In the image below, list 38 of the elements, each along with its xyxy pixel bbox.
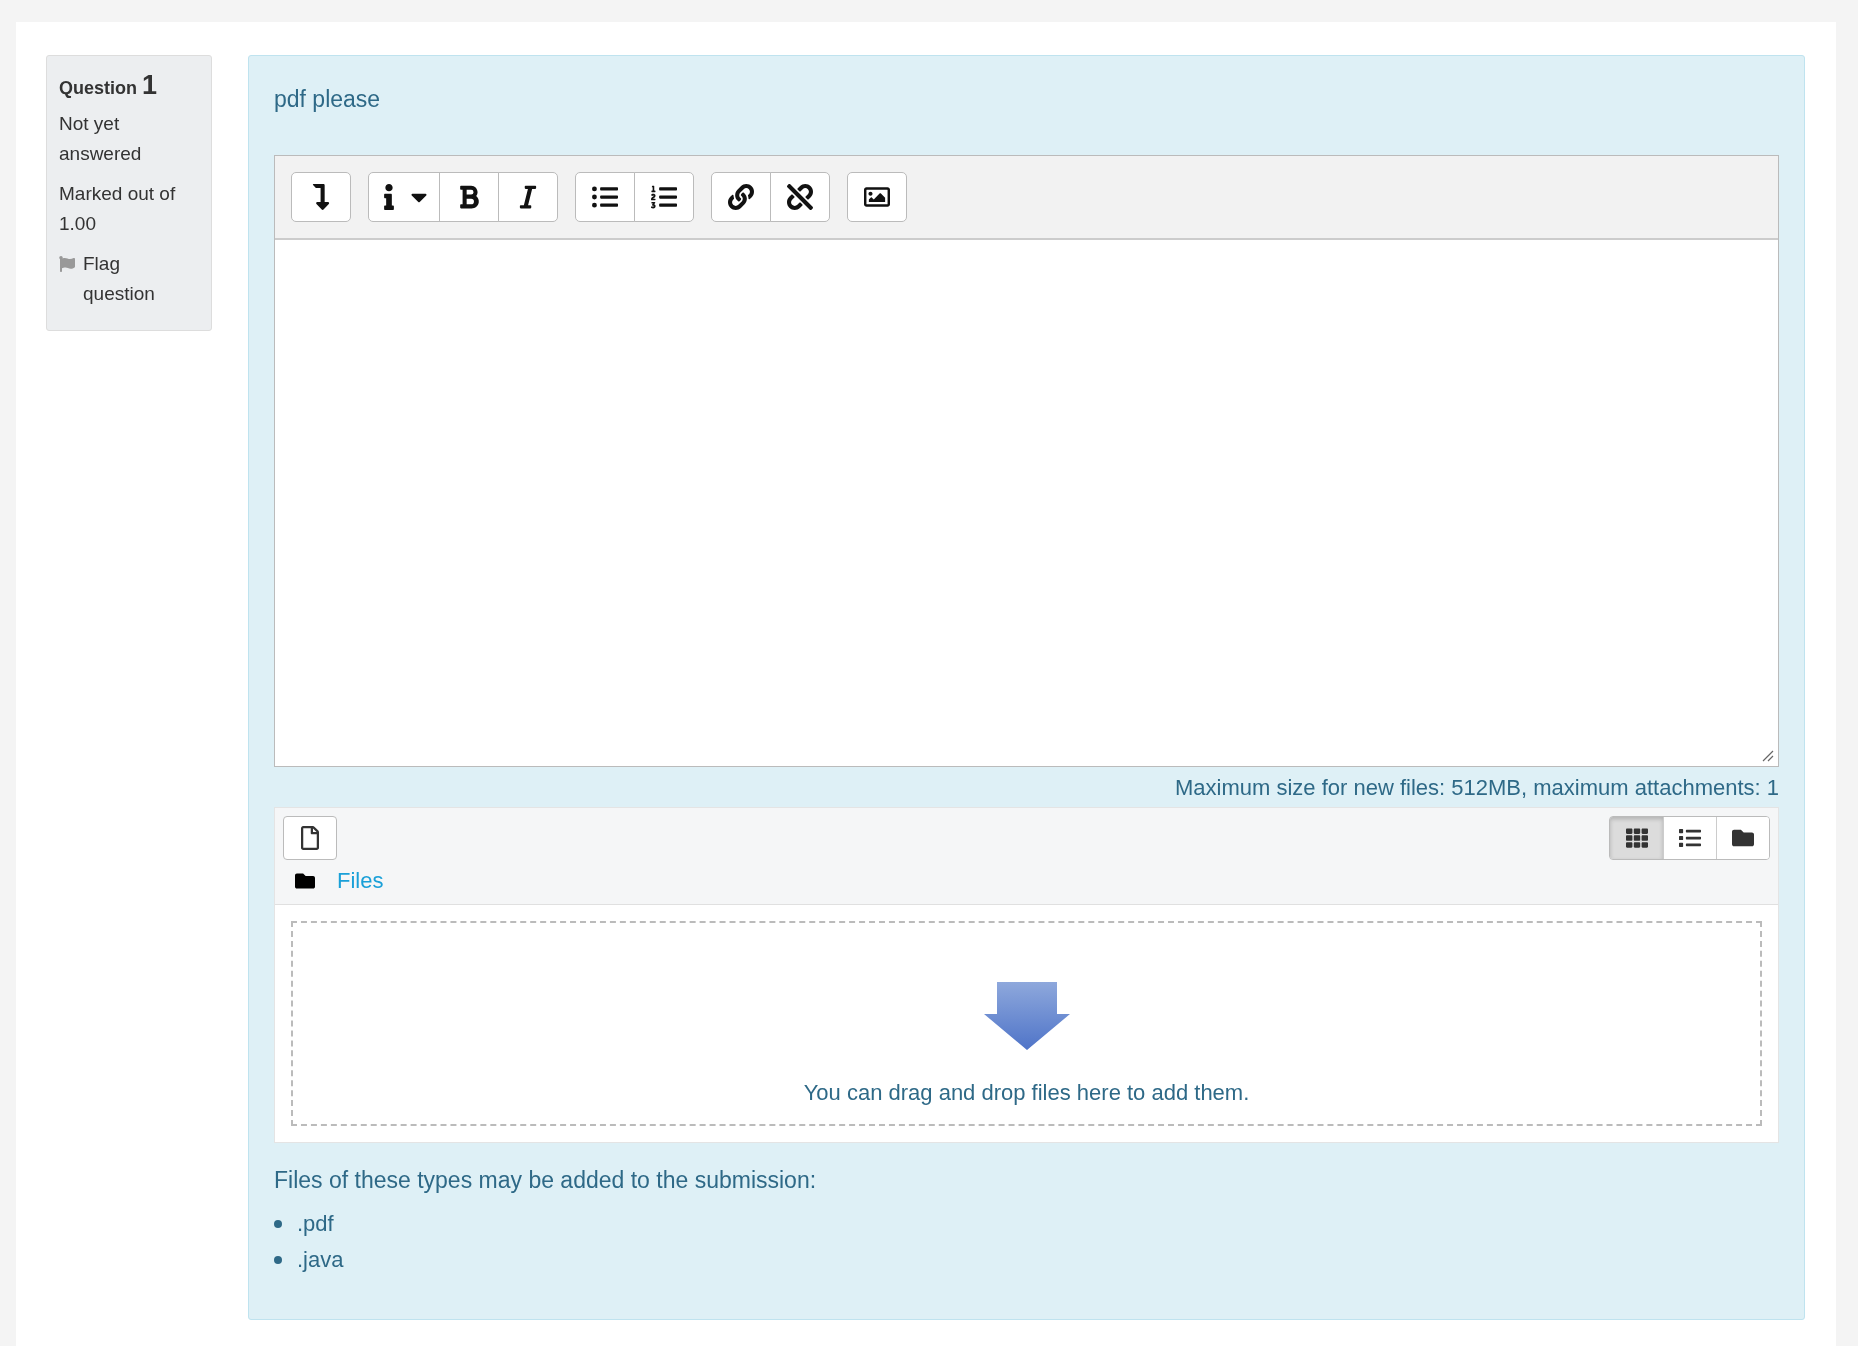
question-number: Question 1 bbox=[59, 70, 159, 102]
view-mode-button[interactable] bbox=[1663, 817, 1716, 859]
image-icon bbox=[864, 184, 890, 210]
toolbar-button[interactable] bbox=[368, 172, 440, 222]
accepted-types-label: Files of these types may be added to the submission: bbox=[274, 1167, 818, 1194]
down-arrow-icon bbox=[983, 982, 1070, 1050]
drop-zone[interactable]: You can drag and drop files here to add them. bbox=[291, 921, 1762, 1126]
file-type-item: .pdf bbox=[297, 1210, 334, 1238]
grid-icon bbox=[1625, 827, 1648, 849]
question-prompt: pdf please bbox=[274, 86, 382, 113]
toolbar-button[interactable] bbox=[439, 172, 499, 222]
toolbar-button[interactable] bbox=[291, 172, 351, 222]
folder-icon bbox=[295, 871, 315, 891]
bullet-list-icon bbox=[592, 184, 618, 210]
toolbar-button[interactable] bbox=[575, 172, 635, 222]
list-icon bbox=[1679, 827, 1701, 849]
view-mode-button[interactable] bbox=[1716, 817, 1769, 859]
question-marks: Marked out of 1.00 bbox=[59, 182, 177, 236]
folder-icon bbox=[1732, 827, 1754, 849]
add-file-button[interactable] bbox=[283, 816, 337, 860]
file-limits-text: Maximum size for new files: 512MB, maximum attachments: 1 bbox=[1174, 775, 1779, 801]
toolbar-button[interactable] bbox=[770, 172, 830, 222]
question-state: Not yet answered bbox=[59, 112, 143, 166]
toolbar-button[interactable] bbox=[634, 172, 694, 222]
flag-question-link[interactable]: Flag question bbox=[83, 249, 183, 309]
view-mode-button[interactable] bbox=[1610, 817, 1663, 859]
toolbar-button[interactable] bbox=[498, 172, 558, 222]
file-type-item: .java bbox=[297, 1246, 344, 1274]
bullet-icon bbox=[274, 1256, 282, 1264]
bullet-icon bbox=[274, 1220, 282, 1228]
toolbar-button[interactable] bbox=[847, 172, 907, 222]
file-icon bbox=[298, 826, 322, 850]
unlink-icon bbox=[787, 184, 813, 210]
drop-hint: You can drag and drop files here to add them. bbox=[803, 1080, 1250, 1106]
numbered-list-icon bbox=[651, 184, 677, 210]
toolbar-button[interactable] bbox=[711, 172, 771, 222]
resize-grip-icon[interactable] bbox=[1762, 750, 1774, 762]
link-icon bbox=[728, 184, 754, 210]
